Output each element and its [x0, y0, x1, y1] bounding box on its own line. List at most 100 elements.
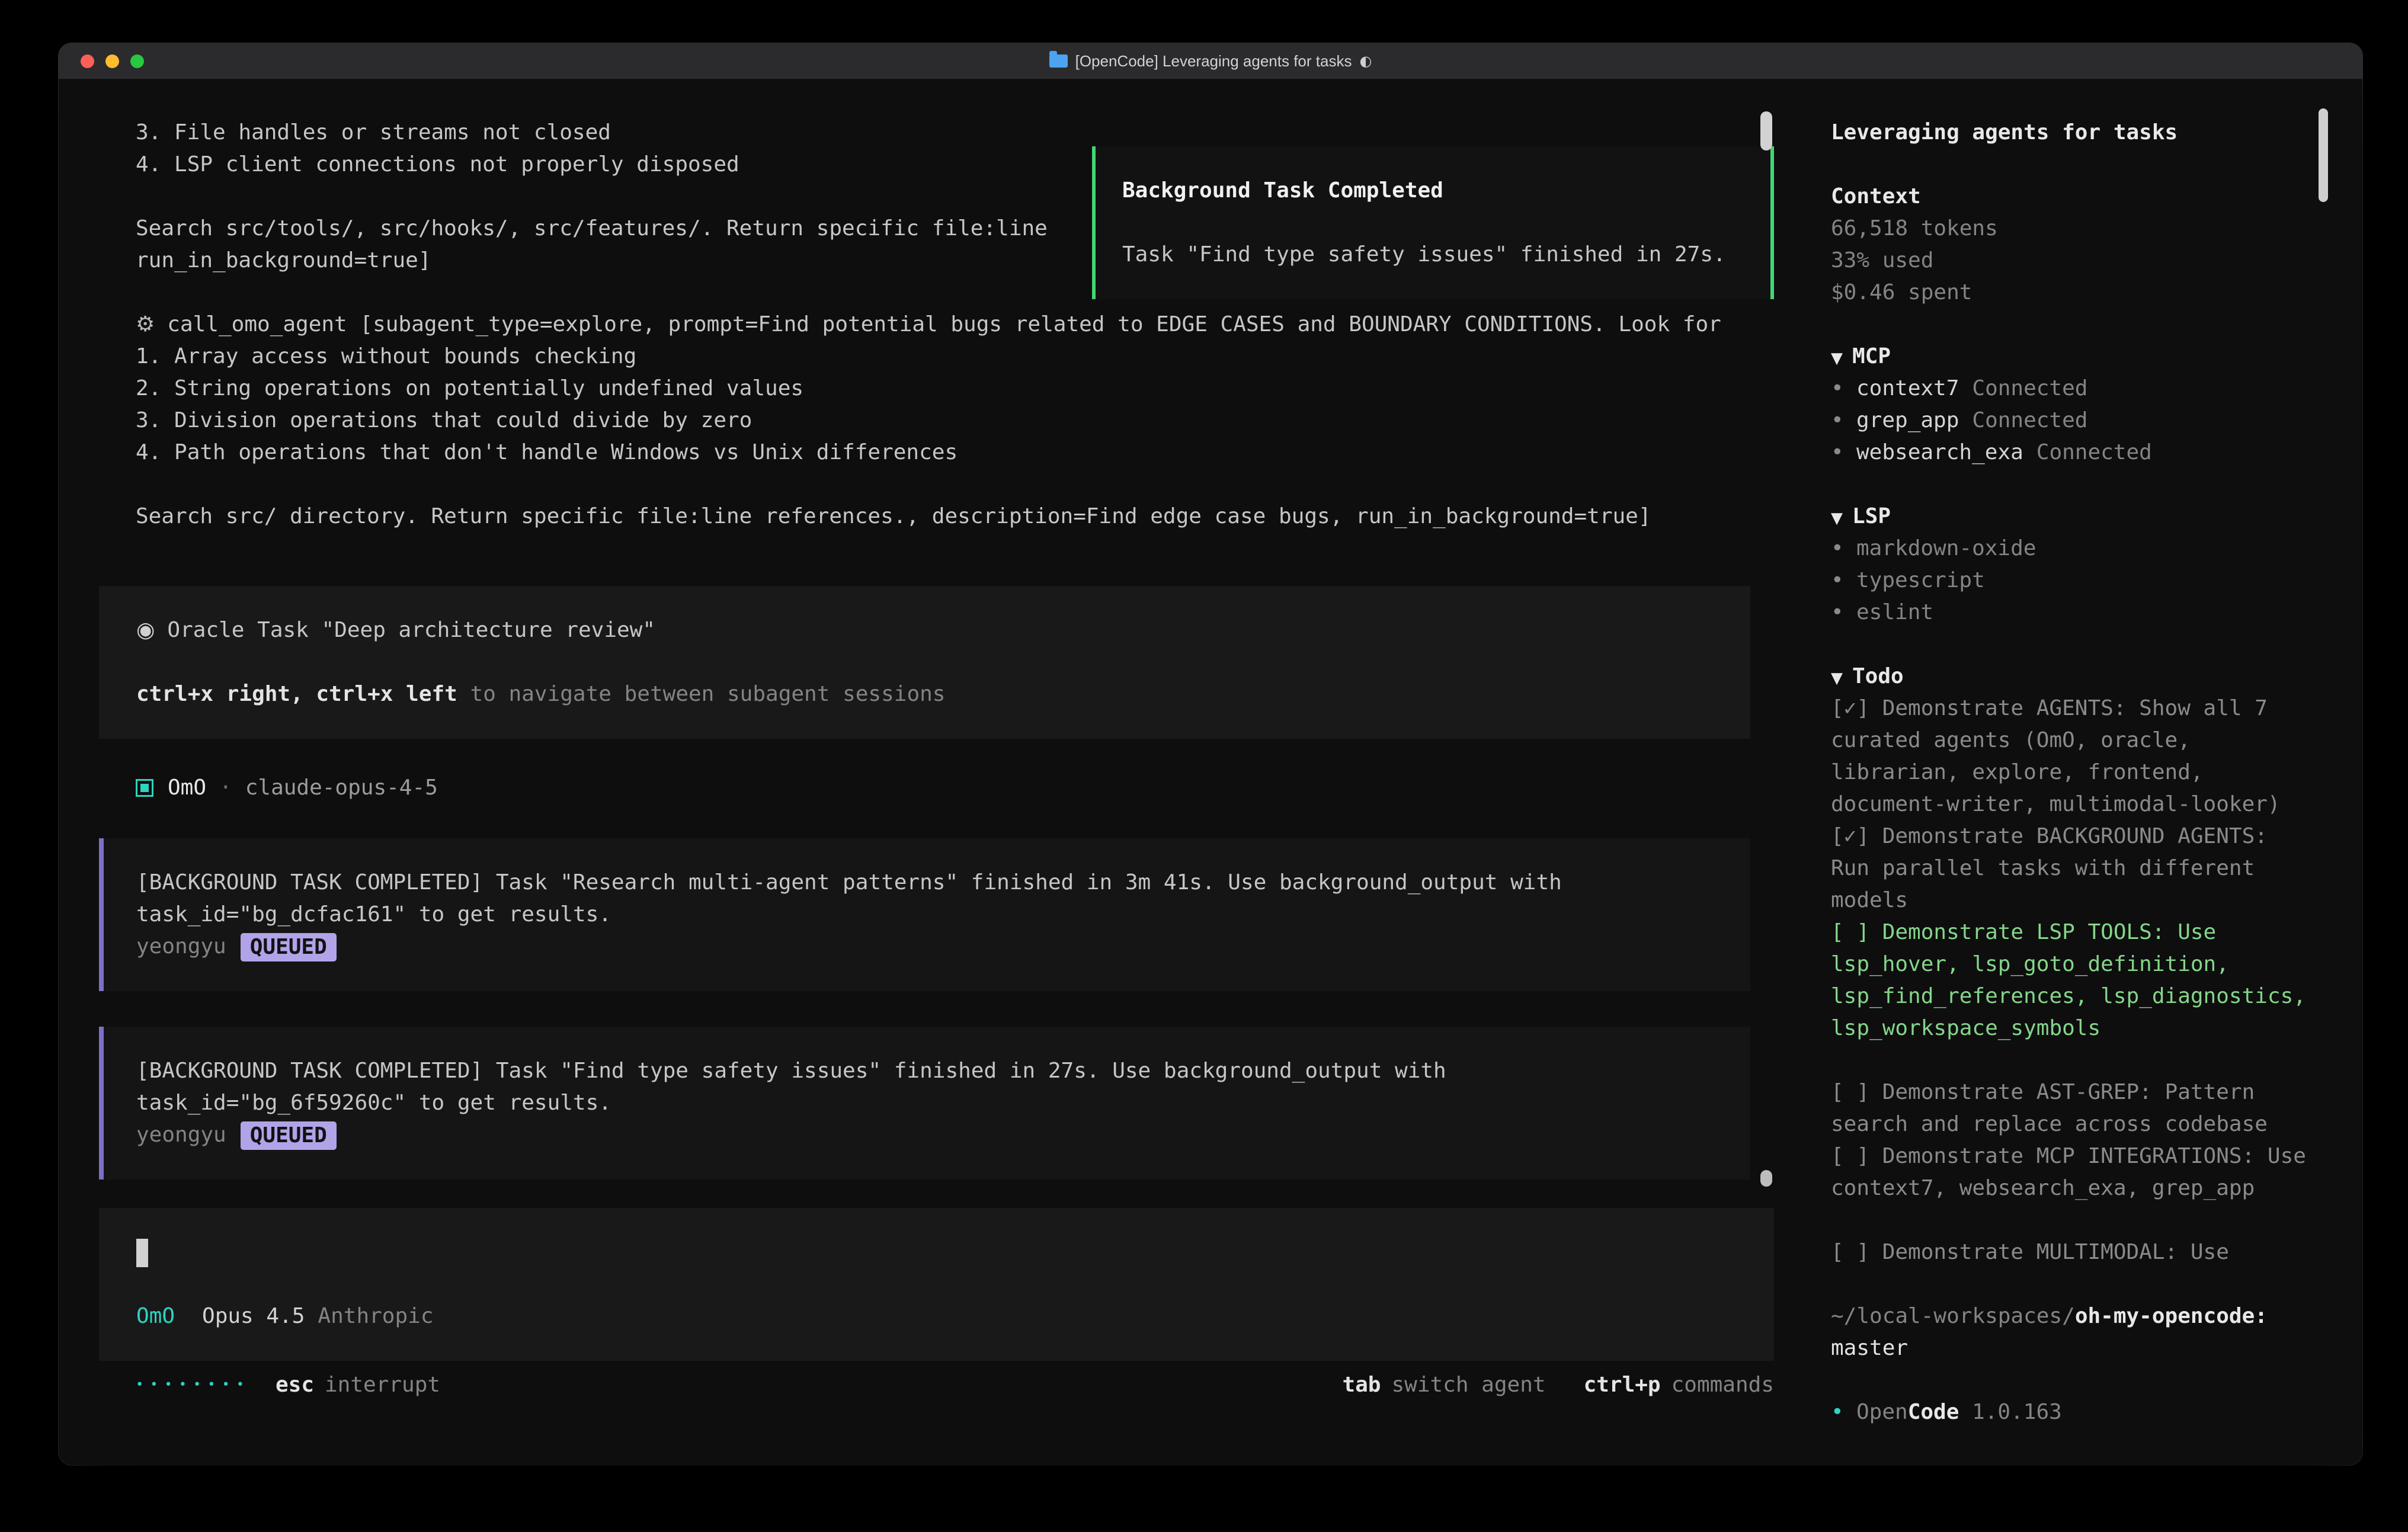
workspace-path: ~/local-workspaces/oh-my-opencode: [1831, 1300, 2317, 1332]
message-author: yeongyu [136, 934, 226, 959]
workspace-branch: master [1831, 1332, 2317, 1364]
main-scrollbar-thumb-lower[interactable] [1760, 1170, 1772, 1187]
log-line: 3. File handles or streams not closed [136, 117, 1774, 149]
log-line: Search src/ directory. Return specific f… [136, 501, 1774, 533]
tool-call-text: call_omo_agent [subagent_type=explore, p… [167, 312, 1721, 336]
esc-key-label: interrupt [325, 1369, 440, 1401]
esc-key-hint: esc [276, 1369, 314, 1401]
agent-session-header: OmO · claude-opus-4-5 [136, 772, 1774, 804]
ctrlp-key-hint: ctrl+p [1584, 1369, 1661, 1401]
status-badge: QUEUED [241, 1121, 337, 1150]
context-spent: $0.46 spent [1831, 277, 2317, 309]
workspace-repo: oh-my-opencode: [2075, 1304, 2268, 1328]
mcp-section-header[interactable]: ▼ MCP [1831, 341, 2317, 373]
context-tokens: 66,518 tokens [1831, 213, 2317, 245]
hint-text: to navigate between subagent sessions [457, 682, 946, 706]
log-line: 2. String operations on potentially unde… [136, 373, 1774, 405]
gear-icon: ⚙ [136, 312, 155, 336]
folder-icon [1049, 55, 1068, 68]
workspace-path-prefix: ~/local-workspaces/ [1831, 1304, 2075, 1328]
todo-item-pending: [ ] Demonstrate MCP INTEGRATIONS: Use co… [1831, 1140, 2317, 1204]
message-line: [BACKGROUND TASK COMPLETED] Task "Find t… [136, 1055, 1750, 1087]
lsp-name: markdown-oxide [1856, 536, 2036, 560]
chevron-down-icon: ▼ [1831, 509, 1843, 527]
input-line[interactable] [136, 1236, 1774, 1268]
mcp-status: Connected [1972, 376, 2087, 400]
mcp-item: •grep_appConnected [1831, 405, 2317, 437]
app-name-dim: Open [1856, 1400, 1908, 1424]
chevron-down-icon: ▼ [1831, 669, 1843, 687]
message-line: [BACKGROUND TASK COMPLETED] Task "Resear… [136, 867, 1750, 899]
terminal-main-pane[interactable]: Background Task Completed Task "Find typ… [59, 80, 1831, 1464]
lsp-section-header[interactable]: ▼ LSP [1831, 501, 2317, 533]
input-agent-name: OmO [136, 1304, 175, 1328]
mcp-name: websearch_exa [1856, 440, 2023, 464]
bullet-icon: • [1831, 405, 1856, 437]
message-line: task_id="bg_6f59260c" to get results. [136, 1087, 1750, 1119]
window-title: [OpenCode] Leveraging agents for tasks ◐ [59, 52, 2362, 70]
input-provider: Anthropic [318, 1304, 433, 1328]
message-block: [BACKGROUND TASK COMPLETED] Task "Find t… [99, 1027, 1750, 1180]
version-row: •OpenCode 1.0.163 [1831, 1396, 2317, 1428]
context-used: 33% used [1831, 245, 2317, 277]
lsp-item: •typescript [1831, 565, 2317, 597]
status-badge: QUEUED [241, 933, 337, 961]
chevron-down-icon: ▼ [1831, 350, 1843, 367]
sidebar-scrollbar-thumb[interactable] [2319, 108, 2328, 202]
todo-item-active: [ ] Demonstrate LSP TOOLS: Use lsp_hover… [1831, 916, 2317, 1044]
message-meta-row: yeongyu QUEUED [136, 931, 1750, 963]
oracle-task-panel: ◉Oracle Task "Deep architecture review" … [99, 586, 1750, 739]
tool-call-line: ⚙ call_omo_agent [subagent_type=explore, … [136, 309, 1774, 341]
lsp-name: eslint [1856, 600, 1933, 624]
bullet-icon: • [1831, 437, 1856, 469]
bullet-icon: • [1831, 597, 1856, 629]
oracle-task-title: Oracle Task "Deep architecture review" [167, 618, 655, 642]
window-titlebar[interactable]: [OpenCode] Leveraging agents for tasks ◐ [59, 43, 2362, 80]
prompt-input[interactable]: OmOOpus 4.5Anthropic [99, 1208, 1774, 1361]
log-line: 1. Array access without bounds checking [136, 341, 1774, 373]
hint-keys: ctrl+x right, ctrl+x left [136, 682, 457, 706]
tab-key-label: switch agent [1391, 1369, 1545, 1401]
main-scrollbar-thumb[interactable] [1760, 111, 1772, 150]
tab-key-hint: tab [1342, 1369, 1381, 1401]
subagent-nav-hint: ctrl+x right, ctrl+x left to navigate be… [136, 678, 1750, 710]
status-bar: •••••••• esc interrupt tab switch agent … [136, 1369, 1774, 1401]
lsp-heading-label: LSP [1852, 504, 1891, 528]
opencode-window: [OpenCode] Leveraging agents for tasks ◐… [59, 43, 2362, 1465]
bullet-icon: • [1831, 373, 1856, 405]
todo-item-done: [✓] Demonstrate AGENTS: Show all 7 curat… [1831, 693, 2317, 821]
text-cursor [136, 1239, 148, 1267]
log-line: 4. Path operations that don't handle Win… [136, 437, 1774, 469]
toast-title: Background Task Completed [1122, 175, 1770, 207]
todo-heading-label: Todo [1852, 664, 1904, 688]
log-line: 3. Division operations that could divide… [136, 405, 1774, 437]
context-heading: Context [1831, 181, 2317, 213]
status-dot-icon: • [1831, 1396, 1856, 1428]
mcp-item: •context7Connected [1831, 373, 2317, 405]
mcp-name: grep_app [1856, 408, 1959, 432]
toast-body: Task "Find type safety issues" finished … [1122, 239, 1770, 271]
message-author: yeongyu [136, 1123, 226, 1147]
app-version: 1.0.163 [1959, 1400, 2061, 1424]
lsp-item: •eslint [1831, 597, 2317, 629]
message-line: task_id="bg_dcfac161" to get results. [136, 899, 1750, 931]
app-name-bold: Code [1908, 1400, 1959, 1424]
mcp-heading-label: MCP [1852, 344, 1891, 368]
sidebar[interactable]: Leveraging agents for tasks Context 66,5… [1831, 80, 2362, 1464]
todo-item-done: [✓] Demonstrate BACKGROUND AGENTS: Run p… [1831, 821, 2317, 916]
todo-section-header[interactable]: ▼ Todo [1831, 661, 2317, 693]
bullet-icon: • [1831, 565, 1856, 597]
lsp-name: typescript [1856, 568, 1985, 592]
record-icon: ◉ [136, 618, 155, 642]
agent-checkbox-icon [136, 779, 153, 797]
background-task-toast: Background Task Completed Task "Find typ… [1092, 146, 1774, 299]
message-block: [BACKGROUND TASK COMPLETED] Task "Resear… [99, 838, 1750, 991]
input-model-row: OmOOpus 4.5Anthropic [136, 1300, 1774, 1332]
oracle-task-title-row: ◉ Oracle Task "Deep architecture review" [136, 614, 1750, 646]
todo-item-pending: [ ] Demonstrate AST-GREP: Pattern search… [1831, 1076, 2317, 1140]
agent-name: OmO [168, 772, 206, 804]
ctrlp-key-label: commands [1671, 1369, 1774, 1401]
session-title: Leveraging agents for tasks [1831, 117, 2317, 149]
mcp-status: Connected [2036, 440, 2152, 464]
progress-indicator-icon: ◐ [1359, 53, 1372, 69]
